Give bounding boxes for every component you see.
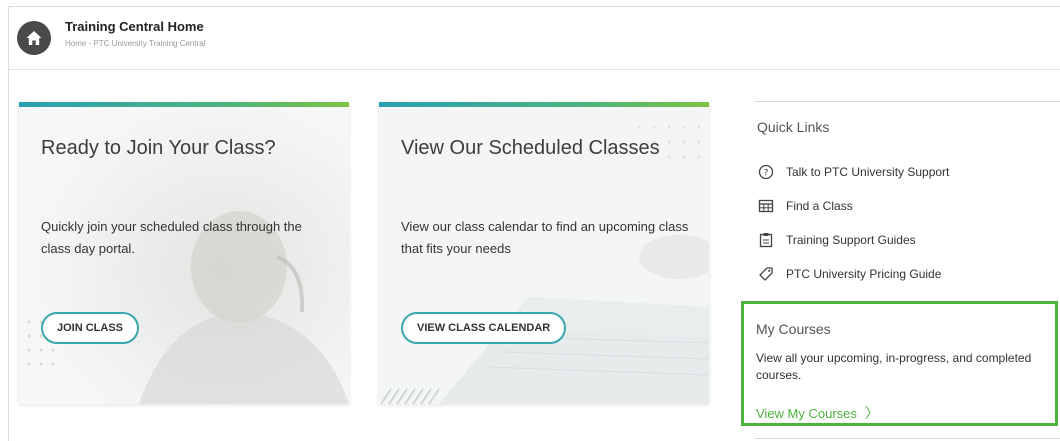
- page-title: Training Central Home: [65, 19, 204, 34]
- card-description: View our class calendar to find an upcom…: [401, 219, 689, 256]
- quick-link-support[interactable]: ? Talk to PTC University Support: [758, 163, 949, 181]
- breadcrumb: Home - PTC University Training Central: [65, 39, 206, 48]
- view-my-courses-link[interactable]: View My Courses 〉: [756, 403, 879, 423]
- quick-link-support-guides[interactable]: Training Support Guides: [758, 231, 916, 249]
- quick-link-label: Training Support Guides: [786, 233, 916, 247]
- page-header: Training Central Home Home - PTC Univers…: [8, 6, 1060, 70]
- my-courses-divider: [755, 438, 1060, 439]
- price-tag-icon: [758, 266, 774, 282]
- clipboard-icon: [758, 232, 774, 248]
- svg-text:?: ?: [764, 169, 769, 179]
- my-courses-panel: My Courses View all your upcoming, in-pr…: [741, 301, 1058, 426]
- join-class-card: Ready to Join Your Class? Quickly join y…: [19, 102, 349, 404]
- card-title: View Our Scheduled Classes: [401, 137, 660, 159]
- view-my-courses-label: View My Courses: [756, 405, 857, 421]
- question-circle-icon: ?: [758, 164, 774, 180]
- card-title: Ready to Join Your Class?: [41, 137, 276, 159]
- my-courses-title: My Courses: [756, 321, 831, 337]
- quick-link-label: PTC University Pricing Guide: [786, 267, 942, 281]
- quick-link-pricing-guide[interactable]: PTC University Pricing Guide: [758, 265, 941, 283]
- calendar-icon: [758, 198, 774, 214]
- quick-link-label: Find a Class: [786, 199, 853, 213]
- class-calendar-card: View Our Scheduled Classes View our clas…: [379, 102, 709, 404]
- quick-links-divider: [755, 101, 1060, 102]
- card-description: Quickly join your scheduled class throug…: [41, 219, 302, 256]
- quick-link-find-class[interactable]: Find a Class: [758, 197, 853, 215]
- my-courses-description: View all your upcoming, in-progress, and…: [756, 351, 1032, 382]
- home-button[interactable]: [17, 21, 51, 55]
- quick-link-label: Talk to PTC University Support: [786, 165, 950, 179]
- chevron-right-icon: 〉: [864, 405, 879, 421]
- home-icon: [26, 31, 42, 45]
- join-class-button[interactable]: JOIN CLASS: [41, 312, 140, 344]
- quick-links-title: Quick Links: [757, 119, 830, 135]
- view-class-calendar-button[interactable]: VIEW CLASS CALENDAR: [401, 312, 567, 344]
